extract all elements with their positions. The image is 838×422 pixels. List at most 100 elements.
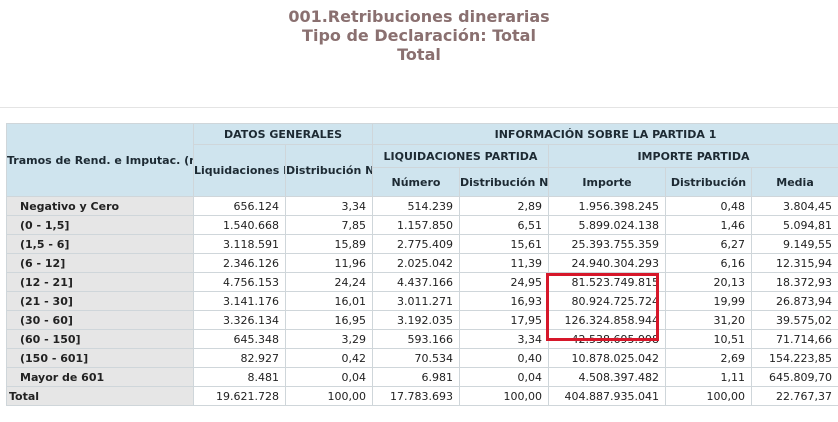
cell-distribucion-numero: 24,24 [285, 272, 373, 292]
header-media: Media [750, 167, 838, 197]
cell-liquidaciones-total: 4.756.153 [193, 272, 286, 292]
tramo-label: Mayor de 601 [6, 367, 194, 387]
cell-liquidaciones-total: 82.927 [193, 348, 286, 368]
cell-numero: 6.981 [372, 367, 460, 387]
cell-importe: 1.956.398.245 [548, 196, 666, 216]
title-line-3: Total [397, 45, 441, 64]
cell-importe: 10.878.025.042 [548, 348, 666, 368]
cell-numero: 593.166 [372, 329, 460, 349]
cell-numero: 3.192.035 [372, 310, 460, 330]
cell-distribucion-numero: 11,96 [285, 253, 373, 273]
cell-distribucion-numero-partida: 0,04 [459, 367, 549, 387]
cell-distribucion-numero-partida: 6,51 [459, 215, 549, 235]
header-distribucion: Distribución [665, 167, 752, 197]
table-row: (30 - 60] 3.326.134 16,95 3.192.035 17,9… [6, 310, 838, 330]
cell-liquidaciones-total: 645.348 [193, 329, 286, 349]
cell-importe: 5.899.024.138 [548, 215, 666, 235]
cell-distribucion-numero-partida: 2,89 [459, 196, 549, 216]
tramo-label: Negativo y Cero [6, 196, 194, 216]
table-row: (60 - 150] 645.348 3,29 593.166 3,34 42.… [6, 329, 838, 349]
header-distribucion-numero: Distribución Número [285, 144, 373, 197]
cell-distribucion-numero: 0,42 [285, 348, 373, 368]
tramo-label: (6 - 12] [6, 253, 194, 273]
table-row: (0 - 1,5] 1.540.668 7,85 1.157.850 6,51 … [6, 215, 838, 235]
tramo-label: (1,5 - 6] [6, 234, 194, 254]
cell-media: 12.315,94 [750, 253, 838, 273]
cell-importe: 24.940.304.293 [548, 253, 666, 273]
cell-media: 645.809,70 [750, 367, 838, 387]
cell-distribucion: 19,99 [665, 291, 752, 311]
cell-distribucion: 2,69 [665, 348, 752, 368]
cell-importe: 404.887.935.041 [548, 386, 666, 406]
header-numero: Número [372, 167, 460, 197]
cell-distribucion-numero-partida: 0,40 [459, 348, 549, 368]
cell-distribucion-numero: 7,85 [285, 215, 373, 235]
cell-media: 71.714,66 [750, 329, 838, 349]
cell-media: 26.873,94 [750, 291, 838, 311]
cell-distribucion-numero-partida: 3,34 [459, 329, 549, 349]
cell-distribucion-numero: 0,04 [285, 367, 373, 387]
cell-distribucion: 31,20 [665, 310, 752, 330]
cell-importe: 25.393.755.359 [548, 234, 666, 254]
cell-numero: 3.011.271 [372, 291, 460, 311]
cell-distribucion: 20,13 [665, 272, 752, 292]
table-row: (21 - 30] 3.141.176 16,01 3.011.271 16,9… [6, 291, 838, 311]
tramo-label: (0 - 1,5] [6, 215, 194, 235]
title-line-2: Tipo de Declaración: Total [302, 26, 536, 45]
cell-distribucion: 0,48 [665, 196, 752, 216]
report-title: 001.Retribuciones dinerarias Tipo de Dec… [0, 7, 838, 64]
cell-liquidaciones-total: 3.141.176 [193, 291, 286, 311]
cell-distribucion: 100,00 [665, 386, 752, 406]
tramo-label-total: Total [6, 386, 194, 406]
header-liquidaciones-partida: LIQUIDACIONES PARTIDA [372, 144, 549, 168]
cell-media: 22.767,37 [750, 386, 838, 406]
cell-liquidaciones-total: 1.540.668 [193, 215, 286, 235]
table-row: Mayor de 601 8.481 0,04 6.981 0,04 4.508… [6, 367, 838, 387]
total-row: Total 19.621.728 100,00 17.783.693 100,0… [6, 386, 838, 406]
cell-numero: 1.157.850 [372, 215, 460, 235]
cell-numero: 70.534 [372, 348, 460, 368]
cell-distribucion-numero-partida: 15,61 [459, 234, 549, 254]
cell-distribucion-numero: 3,29 [285, 329, 373, 349]
table-row: (1,5 - 6] 3.118.591 15,89 2.775.409 15,6… [6, 234, 838, 254]
cell-distribucion-numero-partida: 24,95 [459, 272, 549, 292]
cell-distribucion-numero: 100,00 [285, 386, 373, 406]
cell-media: 3.804,45 [750, 196, 838, 216]
divider [0, 107, 838, 108]
cell-numero: 17.783.693 [372, 386, 460, 406]
cell-distribucion-numero-partida: 17,95 [459, 310, 549, 330]
header-informacion-partida: INFORMACIÓN SOBRE LA PARTIDA 1 [371, 123, 838, 145]
cell-media: 154.223,85 [750, 348, 838, 368]
cell-liquidaciones-total: 3.118.591 [193, 234, 286, 254]
cell-distribucion-numero-partida: 16,93 [459, 291, 549, 311]
cell-numero: 2.775.409 [372, 234, 460, 254]
header-tramos: Tramos de Rend. e Imputac. (miles de eur… [6, 123, 194, 197]
cell-liquidaciones-total: 19.621.728 [193, 386, 286, 406]
tramo-label: (150 - 601] [6, 348, 194, 368]
cell-distribucion: 6,16 [665, 253, 752, 273]
cell-liquidaciones-total: 8.481 [193, 367, 286, 387]
cell-distribucion: 1,11 [665, 367, 752, 387]
tramo-label: (30 - 60] [6, 310, 194, 330]
cell-distribucion-numero-partida: 11,39 [459, 253, 549, 273]
cell-distribucion-numero: 16,95 [285, 310, 373, 330]
table-row: (150 - 601] 82.927 0,42 70.534 0,40 10.8… [6, 348, 838, 368]
table-row: (6 - 12] 2.346.126 11,96 2.025.042 11,39… [6, 253, 838, 273]
cell-liquidaciones-total: 2.346.126 [193, 253, 286, 273]
tramo-label: (12 - 21] [6, 272, 194, 292]
cell-importe: 4.508.397.482 [548, 367, 666, 387]
header-liquidaciones-numero-total: Liquidaciones Número Total [193, 144, 286, 197]
cell-liquidaciones-total: 656.124 [193, 196, 286, 216]
header-importe-partida: IMPORTE PARTIDA [547, 144, 838, 168]
cell-distribucion: 6,27 [665, 234, 752, 254]
table-row: (12 - 21] 4.756.153 24,24 4.437.166 24,9… [6, 272, 838, 292]
header-importe: Importe [548, 167, 666, 197]
header-distribucion-numero-partida: Distribución Número [459, 167, 549, 197]
cell-media: 39.575,02 [750, 310, 838, 330]
cell-numero: 4.437.166 [372, 272, 460, 292]
cell-liquidaciones-total: 3.326.134 [193, 310, 286, 330]
cell-distribucion: 10,51 [665, 329, 752, 349]
cell-media: 5.094,81 [750, 215, 838, 235]
cell-media: 18.372,93 [750, 272, 838, 292]
cell-distribucion-numero: 3,34 [285, 196, 373, 216]
